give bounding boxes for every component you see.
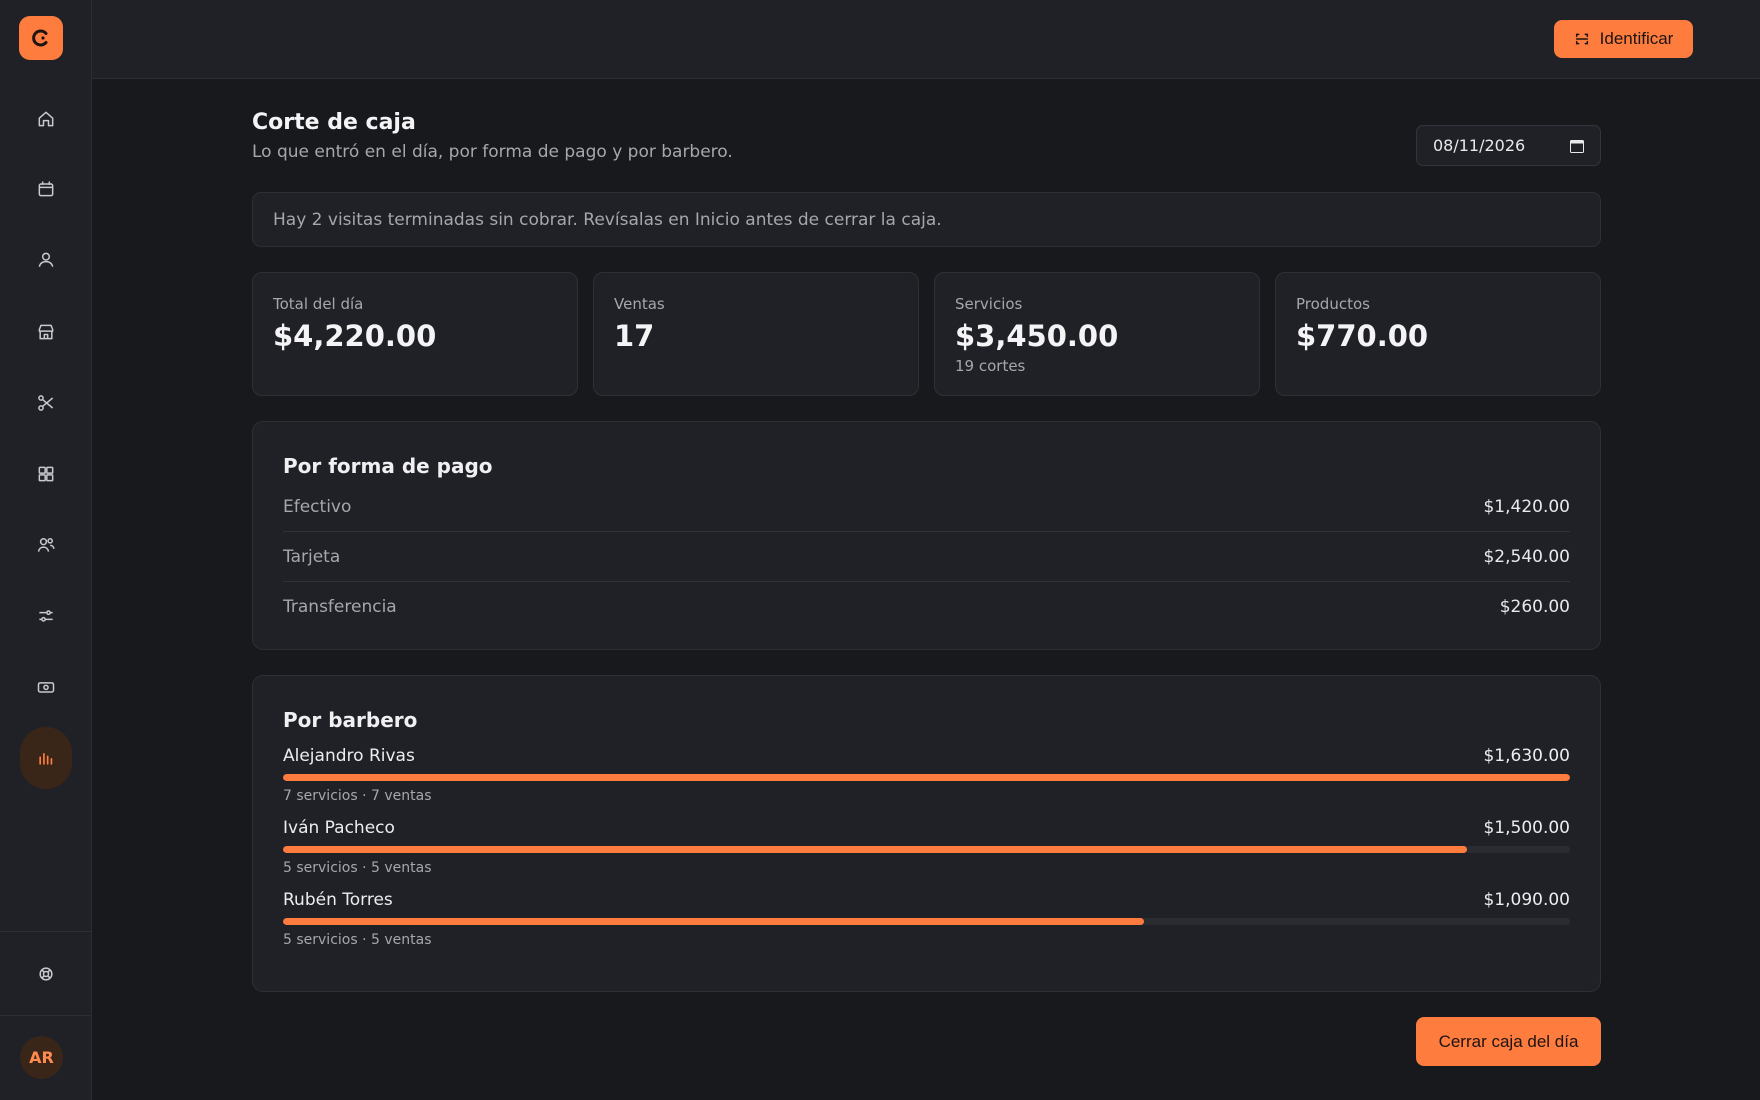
barber-row: Rubén Torres $1,090.00 5 servicios · 5 v… <box>283 888 1570 948</box>
barber-meta: 5 servicios · 5 ventas <box>283 860 432 876</box>
barber-amount: $1,630.00 <box>1483 746 1570 766</box>
stat-card-products: Productos $770.00 <box>1275 272 1601 396</box>
users-icon[interactable] <box>20 519 72 571</box>
scissors-icon[interactable] <box>20 377 72 429</box>
stat-card-total: Total del día $4,220.00 <box>252 272 578 396</box>
home-icon[interactable] <box>20 93 72 145</box>
barber-row: Alejandro Rivas $1,630.00 7 servicios · … <box>283 744 1570 804</box>
unpaid-visits-alert: Hay 2 visitas terminadas sin cobrar. Rev… <box>252 192 1601 247</box>
barber-progress-fill <box>283 846 1468 853</box>
barber-name: Iván Pacheco <box>283 818 395 838</box>
logo-c-icon[interactable] <box>19 16 63 60</box>
barber-row: Iván Pacheco $1,500.00 5 servicios · 5 v… <box>283 816 1570 876</box>
stat-value: $4,220.00 <box>273 319 437 353</box>
card-title: Por barbero <box>283 708 418 732</box>
barber-progress-track <box>283 846 1570 853</box>
calendar-icon[interactable] <box>1570 139 1584 153</box>
stat-label: Productos <box>1296 295 1370 313</box>
payment-row: Efectivo $1,420.00 <box>283 482 1570 532</box>
barber-progress-track <box>283 774 1570 781</box>
store-icon[interactable] <box>20 306 72 358</box>
payment-method: Tarjeta <box>283 546 341 567</box>
barber-progress-fill <box>283 918 1144 925</box>
card-title: Por forma de pago <box>283 454 493 478</box>
page-subtitle: Lo que entró en el día, por forma de pag… <box>252 142 733 162</box>
date-picker[interactable]: 08/11/2026 <box>1416 125 1601 166</box>
payment-amount: $2,540.00 <box>1483 546 1570 567</box>
alert-text: Hay 2 visitas terminadas sin cobrar. Rev… <box>273 209 942 230</box>
barber-name: Rubén Torres <box>283 890 393 910</box>
bar-chart-icon[interactable] <box>20 727 72 789</box>
stat-value: $770.00 <box>1296 319 1429 353</box>
calendar-icon[interactable] <box>20 163 72 215</box>
identify-label: Identificar <box>1599 29 1674 48</box>
payment-amount: $1,420.00 <box>1483 496 1570 517</box>
barber-progress-track <box>283 918 1570 925</box>
stat-card-sales: Ventas 17 <box>593 272 919 396</box>
barber-meta: 7 servicios · 7 ventas <box>283 788 432 804</box>
payment-methods-card: Por forma de pago Efectivo $1,420.00 Tar… <box>252 421 1601 650</box>
lifebuoy-icon[interactable] <box>20 948 72 1000</box>
page-title: Corte de caja <box>252 110 416 135</box>
stat-label: Servicios <box>955 295 1023 313</box>
sidebar-divider <box>0 1015 92 1016</box>
top-bar: Identificar <box>92 0 1760 79</box>
barber-meta: 5 servicios · 5 ventas <box>283 932 432 948</box>
stat-card-services: Servicios $3,450.00 19 cortes <box>934 272 1260 396</box>
cash-icon[interactable] <box>20 661 72 713</box>
stat-label: Ventas <box>614 295 665 313</box>
sidebar-divider <box>0 931 92 932</box>
stat-label: Total del día <box>273 295 364 313</box>
avatar[interactable]: AR <box>20 1036 63 1079</box>
sidebar: AR <box>0 0 92 1100</box>
payment-list: Efectivo $1,420.00 Tarjeta $2,540.00 Tra… <box>283 482 1570 632</box>
payment-amount: $260.00 <box>1499 597 1570 617</box>
payment-row: Transferencia $260.00 <box>283 582 1570 632</box>
barber-progress-fill <box>283 774 1570 781</box>
grid-icon[interactable] <box>20 448 72 500</box>
barber-amount: $1,090.00 <box>1483 890 1570 910</box>
close-register-button[interactable]: Cerrar caja del día <box>1416 1017 1601 1066</box>
user-icon[interactable] <box>20 234 72 286</box>
identify-button[interactable]: Identificar <box>1554 20 1693 58</box>
stat-sub: 19 cortes <box>955 357 1026 375</box>
barbers-card: Por barbero Alejandro Rivas $1,630.00 7 … <box>252 675 1601 992</box>
barber-name: Alejandro Rivas <box>283 746 415 766</box>
payment-method: Transferencia <box>283 597 397 617</box>
sliders-icon[interactable] <box>20 590 72 642</box>
date-value: 08/11/2026 <box>1433 136 1526 155</box>
stat-value: 17 <box>614 319 655 353</box>
payment-row: Tarjeta $2,540.00 <box>283 532 1570 582</box>
payment-method: Efectivo <box>283 496 352 517</box>
scan-icon <box>1575 33 1588 45</box>
barber-amount: $1,500.00 <box>1483 818 1570 838</box>
stat-value: $3,450.00 <box>955 319 1119 353</box>
